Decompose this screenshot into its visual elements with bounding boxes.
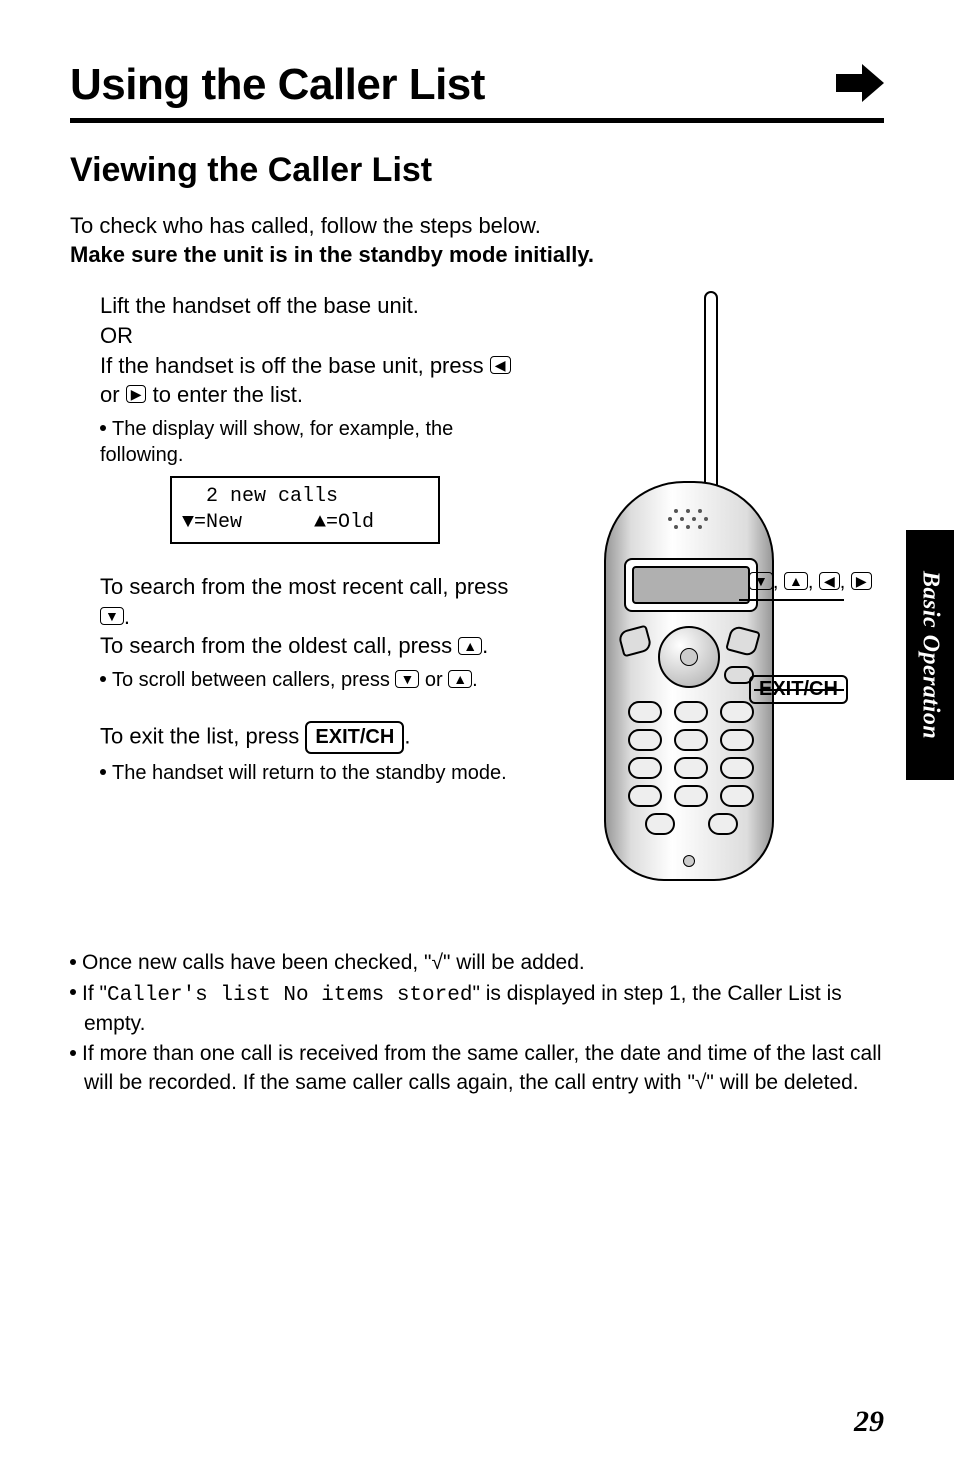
step-2-subc: .: [472, 669, 478, 691]
down-key-icon: ▼: [395, 670, 419, 688]
step-1-line1: Lift the handset off the base unit.: [70, 291, 514, 321]
step-1-line3: If the handset is off the base unit, pre…: [70, 351, 514, 410]
callout-exit-label: EXIT/CH: [749, 675, 848, 704]
phone-mic-icon: [683, 855, 695, 867]
bullet-icon: [70, 1050, 76, 1056]
up-key-icon: ▲: [784, 572, 808, 590]
step-2-line1b: .: [124, 604, 130, 629]
step-2-line2a: To search from the oldest call, press: [100, 633, 458, 658]
phone-softkey-right-icon: [725, 625, 761, 658]
right-key-icon: ▶: [126, 385, 147, 403]
note-2a: If ": [82, 982, 107, 1005]
bullet-icon: [100, 769, 106, 775]
chapter-title: Using the Caller List: [70, 60, 485, 110]
intro-bold-text: Make sure the unit is in the standby mod…: [70, 241, 884, 270]
section-tab: Basic Operation: [906, 530, 954, 780]
phone-antenna-icon: [704, 291, 718, 511]
phone-screen-icon: [624, 558, 758, 612]
note-2-mono: Caller's list No items stored: [107, 984, 472, 1007]
phone-softkey-left-icon: [617, 625, 653, 658]
step-1-line3c: to enter the list.: [146, 382, 303, 407]
lcd-line2: ▼=New ▲=Old: [182, 511, 374, 534]
continue-arrow-icon: [836, 64, 884, 107]
handset-illustration: ▼, ▲, ◀, ▶ EXIT/CH: [524, 291, 884, 911]
step-2-line2b: .: [482, 633, 488, 658]
lcd-display-box: 2 new calls ▼=New ▲=Old: [170, 476, 440, 544]
notes-section: Once new calls have been checked, "√" wi…: [70, 949, 884, 1097]
right-key-icon: ▶: [851, 572, 872, 590]
step-3-line: To exit the list, press EXIT/CH.: [70, 721, 514, 754]
left-key-icon: ◀: [490, 356, 511, 374]
step-2-line1: To search from the most recent call, pre…: [70, 572, 514, 631]
step-3-linea: To exit the list, press: [100, 723, 305, 748]
step-2-line1a: To search from the most recent call, pre…: [100, 574, 508, 599]
step-3-sub: The handset will return to the standby m…: [70, 760, 514, 786]
section-tab-label: Basic Operation: [917, 571, 944, 739]
page-number: 29: [854, 1405, 884, 1439]
bullet-icon: [100, 425, 106, 431]
up-key-icon: ▲: [448, 670, 472, 688]
callout-line-icon: [739, 599, 844, 601]
step-3-sub-text: The handset will return to the standby m…: [112, 762, 507, 784]
exit-ch-key-label: EXIT/CH: [749, 675, 848, 704]
note-3: If more than one call is received from t…: [70, 1040, 884, 1097]
step-1-line3a: If the handset is off the base unit, pre…: [100, 353, 490, 378]
left-key-icon: ◀: [819, 572, 840, 590]
step-1-sub-text: The display will show, for example, the …: [100, 418, 453, 466]
bullet-icon: [70, 989, 76, 995]
section-title: Viewing the Caller List: [70, 151, 884, 190]
step-3: To exit the list, press EXIT/CH. The han…: [70, 721, 514, 786]
step-3-lineb: .: [404, 723, 410, 748]
phone-dpad-icon: [658, 626, 720, 688]
lcd-line1: 2 new calls: [182, 485, 338, 508]
bullet-icon: [100, 676, 106, 682]
callout-dpad-label: ▼, ▲, ◀, ▶: [749, 571, 872, 594]
phone-keypad-icon: [628, 701, 754, 841]
note-1: Once new calls have been checked, "√" wi…: [70, 949, 884, 977]
bullet-icon: [70, 959, 76, 965]
intro-text: To check who has called, follow the step…: [70, 212, 884, 241]
down-key-icon: ▼: [100, 607, 124, 625]
note-2: If "Caller's list No items stored" is di…: [70, 980, 884, 1039]
step-2-line2: To search from the oldest call, press ▲.: [70, 631, 514, 661]
step-1-sub: The display will show, for example, the …: [70, 416, 514, 468]
step-2-suba: To scroll between callers, press: [112, 669, 395, 691]
note-3-text: If more than one call is received from t…: [82, 1042, 882, 1093]
step-1-line3b: or: [100, 382, 126, 407]
step-2: To search from the most recent call, pre…: [70, 572, 514, 693]
up-key-icon: ▲: [458, 637, 482, 655]
note-1-text: Once new calls have been checked, "√" wi…: [82, 951, 585, 974]
step-2-subb: or: [419, 669, 448, 691]
step-1-line2: OR: [70, 321, 514, 351]
phone-earpiece-icon: [664, 509, 714, 531]
step-1: Lift the handset off the base unit. OR I…: [70, 291, 514, 544]
down-key-icon: ▼: [749, 572, 773, 590]
header-rule: [70, 118, 884, 123]
step-2-sub: To scroll between callers, press ▼ or ▲.: [70, 667, 514, 693]
exit-ch-key-label: EXIT/CH: [305, 721, 404, 754]
